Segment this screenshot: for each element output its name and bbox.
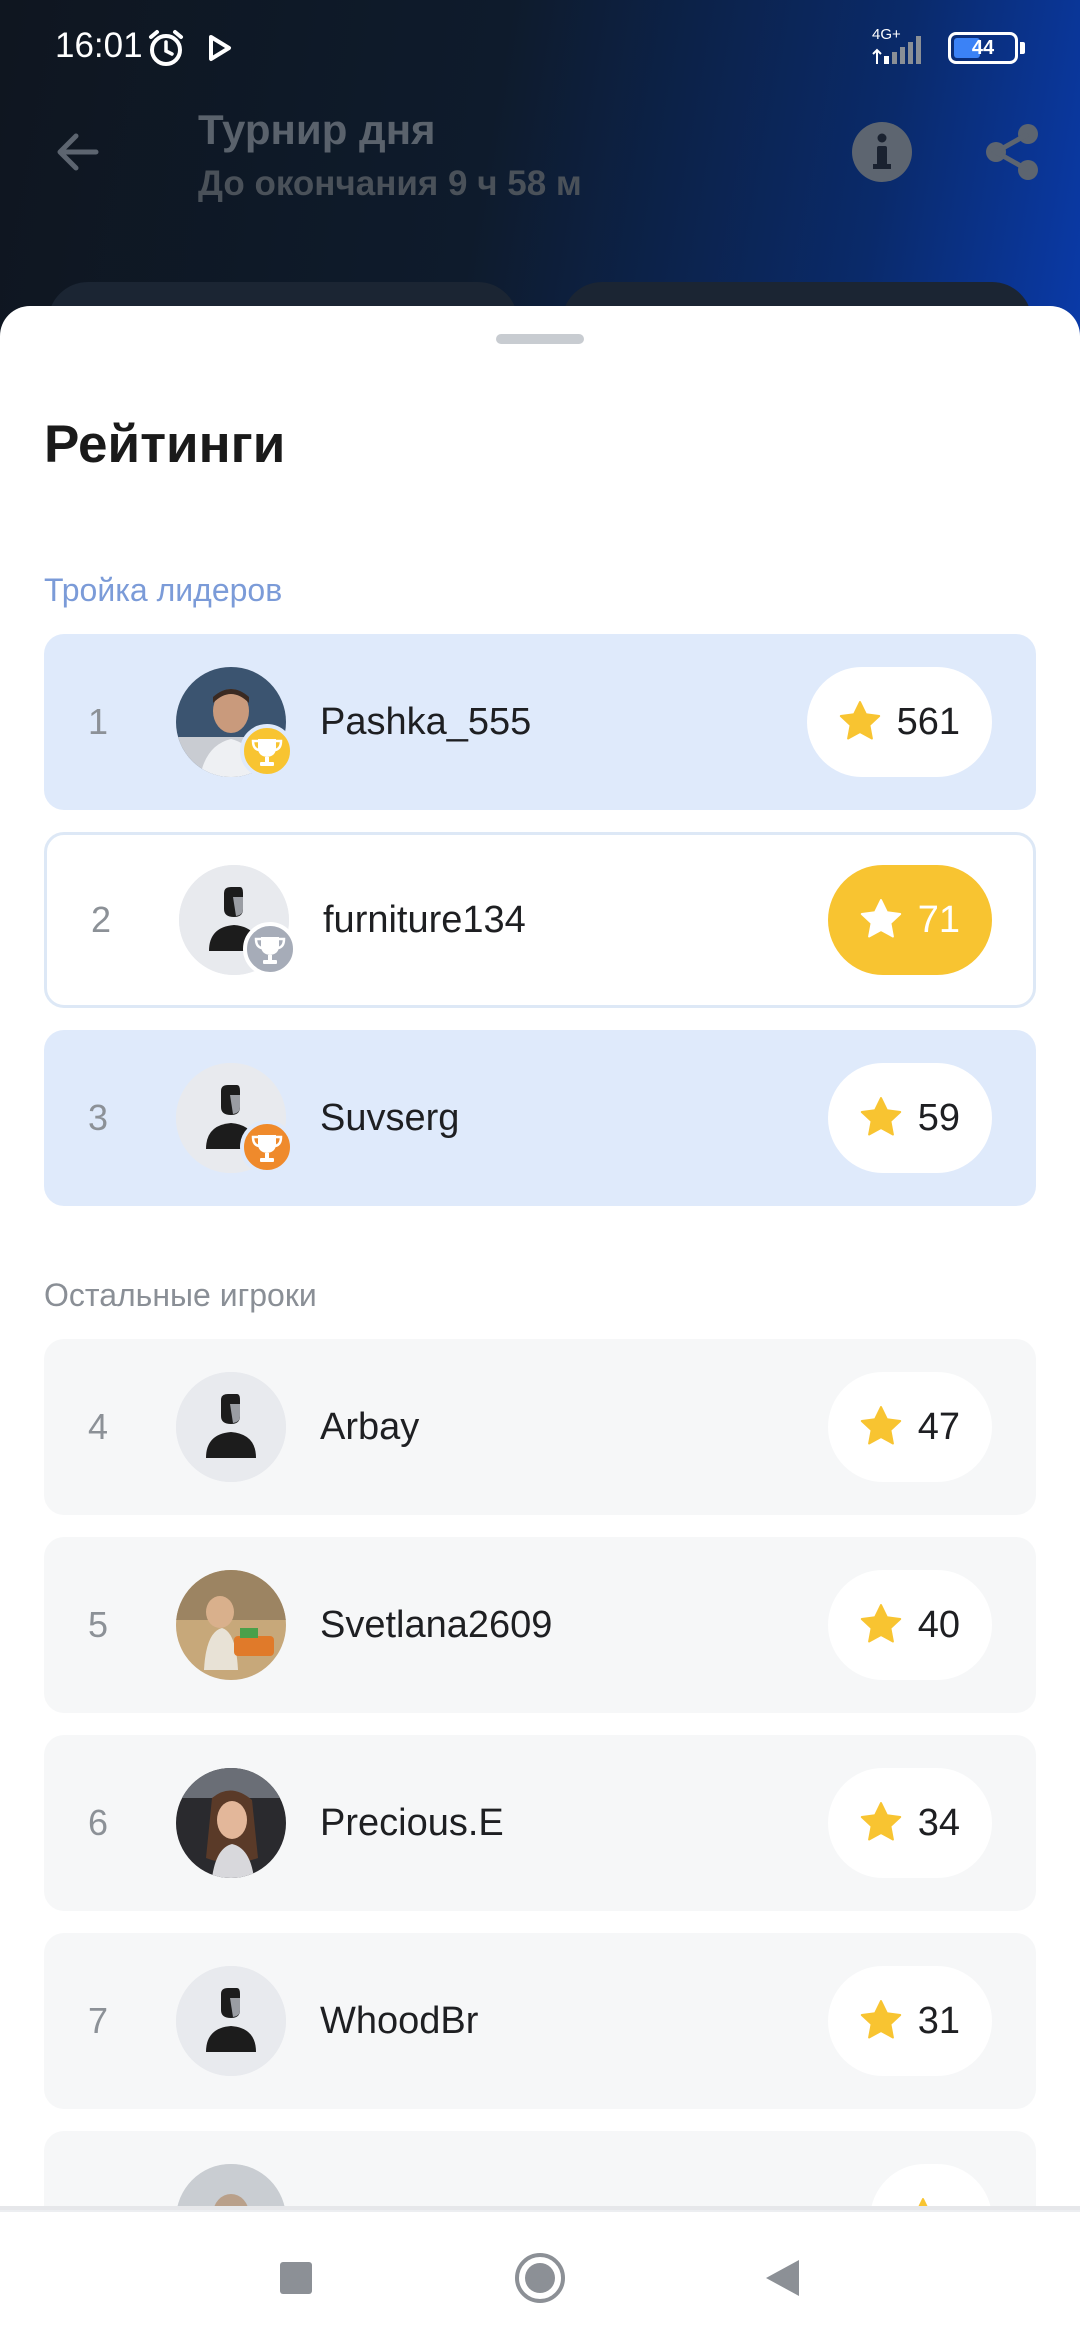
status-time: 16:01 bbox=[55, 26, 143, 65]
score-pill: 40 bbox=[827, 1570, 992, 1680]
silver-trophy-badge bbox=[243, 922, 297, 976]
leader-row[interactable]: 1 Pashka_555 561 bbox=[44, 634, 1036, 810]
play-store-icon bbox=[209, 35, 231, 61]
battery-indicator: 44 bbox=[948, 32, 1018, 64]
avatar bbox=[176, 1768, 286, 1878]
star-icon bbox=[860, 1406, 901, 1445]
player-name: Precious.E bbox=[320, 1802, 504, 1844]
player-name: Pashka_555 bbox=[320, 701, 532, 743]
trophy-icon bbox=[254, 937, 286, 964]
score-value: 47 bbox=[917, 1405, 960, 1448]
score-value: 59 bbox=[917, 1096, 960, 1139]
sheet-title: Рейтинги bbox=[44, 415, 286, 474]
rank-number: 3 bbox=[88, 1097, 109, 1138]
user-photo-avatar bbox=[176, 2164, 286, 2210]
score-value: 561 bbox=[896, 700, 960, 743]
score-value: 34 bbox=[917, 1801, 960, 1844]
score-pill: 59 bbox=[827, 1063, 992, 1173]
status-bar: 16:01 4G+ 44 bbox=[0, 0, 1080, 96]
score-pill bbox=[870, 2164, 992, 2210]
recents-button[interactable] bbox=[266, 2248, 326, 2308]
score-pill: 71 bbox=[827, 865, 992, 975]
score-value: 40 bbox=[917, 1603, 960, 1646]
star-icon bbox=[860, 1802, 901, 1841]
user-photo-avatar bbox=[176, 1570, 286, 1680]
player-row-partial[interactable] bbox=[44, 2131, 1036, 2210]
leader-row-current-user[interactable]: 2 furniture134 71 bbox=[44, 832, 1036, 1008]
score-pill: 561 bbox=[806, 667, 992, 777]
signal-icon bbox=[872, 36, 921, 64]
bronze-trophy-badge bbox=[240, 1120, 294, 1174]
system-back-button[interactable] bbox=[752, 2248, 812, 2308]
player-name: Svetlana2609 bbox=[320, 1604, 553, 1646]
rank-number: 6 bbox=[88, 1802, 109, 1843]
info-icon[interactable] bbox=[852, 122, 912, 182]
default-user-avatar-icon bbox=[176, 1372, 286, 1482]
player-row[interactable]: 7 WhoodBr 31 bbox=[44, 1933, 1036, 2109]
rank-number: 7 bbox=[88, 2000, 109, 2041]
default-user-avatar-icon bbox=[176, 1966, 286, 2076]
score-pill: 34 bbox=[827, 1768, 992, 1878]
page-subtitle: До окончания 9 ч 58 м bbox=[198, 164, 582, 203]
home-circle-icon bbox=[515, 2253, 565, 2303]
sheet-drag-handle[interactable] bbox=[496, 334, 584, 344]
avatar bbox=[176, 2164, 286, 2210]
trophy-icon bbox=[251, 739, 283, 766]
star-icon bbox=[860, 1604, 901, 1643]
trophy-icon bbox=[251, 1135, 283, 1162]
alarm-icon bbox=[149, 30, 183, 66]
star-icon bbox=[860, 2000, 901, 2039]
others-section-label: Остальные игроки bbox=[44, 1277, 317, 1313]
player-name: Suvserg bbox=[320, 1097, 460, 1139]
player-name: Arbay bbox=[320, 1406, 420, 1448]
system-navigation-bar bbox=[0, 2210, 1080, 2340]
player-name: WhoodBr bbox=[320, 2000, 479, 2042]
battery-tip bbox=[1020, 42, 1025, 54]
score-value: 71 bbox=[917, 898, 960, 941]
rank-number: 2 bbox=[91, 899, 112, 940]
gold-trophy-badge bbox=[240, 724, 294, 778]
star-icon bbox=[839, 701, 880, 740]
app-bar: Турнир дня До окончания 9 ч 58 м bbox=[0, 96, 1080, 216]
back-arrow-icon[interactable] bbox=[52, 126, 104, 178]
avatar bbox=[176, 1966, 286, 2076]
rank-number: 5 bbox=[88, 1604, 109, 1645]
player-row[interactable]: 4 Arbay 47 bbox=[44, 1339, 1036, 1515]
score-pill: 47 bbox=[827, 1372, 992, 1482]
rank-number: 1 bbox=[88, 701, 109, 742]
battery-level: 44 bbox=[971, 37, 995, 59]
page-title: Турнир дня bbox=[198, 106, 436, 153]
ratings-bottom-sheet: Рейтинги Тройка лидеров 1 Pashka_555 561… bbox=[0, 306, 1080, 2210]
player-name: furniture134 bbox=[323, 899, 526, 941]
star-icon bbox=[860, 1097, 901, 1136]
recents-square-icon bbox=[280, 2262, 312, 2294]
leader-row[interactable]: 3 Suvserg 59 bbox=[44, 1030, 1036, 1206]
player-row[interactable]: 6 Precious.E 34 bbox=[44, 1735, 1036, 1911]
score-pill: 31 bbox=[827, 1966, 992, 2076]
user-photo-avatar bbox=[176, 1768, 286, 1878]
avatar bbox=[176, 1570, 286, 1680]
background-screen: 16:01 4G+ 44 Турнир дня До окончания 9 ч… bbox=[0, 0, 1080, 362]
player-row[interactable]: 5 Svetlana2609 40 bbox=[44, 1537, 1036, 1713]
star-icon bbox=[860, 899, 901, 938]
avatar bbox=[176, 1372, 286, 1482]
back-triangle-icon bbox=[766, 2260, 799, 2296]
leaders-section-label: Тройка лидеров bbox=[44, 572, 283, 608]
home-button[interactable] bbox=[510, 2248, 570, 2308]
share-icon[interactable] bbox=[984, 122, 1040, 182]
score-value: 31 bbox=[917, 1999, 960, 2042]
rank-number: 4 bbox=[88, 1406, 109, 1447]
